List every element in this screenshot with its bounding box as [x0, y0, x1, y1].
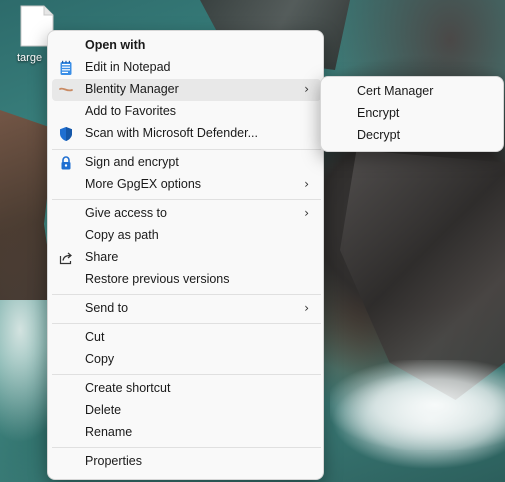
desktop-file-label: targe [17, 52, 43, 64]
menu-separator [52, 199, 321, 200]
menu-item-edit-in-notepad[interactable]: Edit in Notepad [52, 57, 321, 79]
submenu-item-encrypt[interactable]: Encrypt [325, 103, 501, 125]
menu-item-label: Properties [85, 454, 142, 468]
submenu-item-label: Cert Manager [357, 84, 434, 98]
menu-separator [52, 323, 321, 324]
menu-item-send-to[interactable]: Send to › [52, 298, 321, 320]
menu-item-label: Share [85, 250, 119, 264]
chevron-right-icon: › [304, 301, 309, 315]
submenu-item-cert-manager[interactable]: Cert Manager [325, 81, 501, 103]
menu-item-label: Edit in Notepad [85, 60, 171, 74]
lock-icon [61, 156, 71, 170]
menu-item-label: Delete [85, 403, 122, 417]
menu-item-label: Copy as path [85, 228, 159, 242]
menu-item-label: Blentity Manager [85, 82, 179, 96]
blentity-icon [59, 87, 73, 92]
menu-separator [52, 374, 321, 375]
menu-item-label: Send to [85, 301, 129, 315]
menu-item-label: Add to Favorites [85, 104, 177, 118]
menu-item-label: Sign and encrypt [85, 155, 179, 169]
menu-item-label: Create shortcut [85, 381, 171, 395]
menu-item-label: More GpgEX options [85, 177, 202, 191]
submenu-item-decrypt[interactable]: Decrypt [325, 125, 501, 147]
defender-shield-icon [60, 127, 72, 141]
menu-item-share[interactable]: Share [52, 247, 321, 269]
menu-separator [52, 149, 321, 150]
menu-item-give-access-to[interactable]: Give access to › [52, 203, 321, 225]
menu-item-label: Rename [85, 425, 133, 439]
menu-item-scan-with-defender[interactable]: Scan with Microsoft Defender... [52, 123, 321, 145]
menu-item-label: Open with [85, 38, 146, 52]
blentity-submenu: Cert Manager Encrypt Decrypt [320, 76, 504, 152]
menu-item-blentity-manager[interactable]: Blentity Manager › [52, 79, 321, 101]
menu-item-open-with[interactable]: Open with [52, 35, 321, 57]
menu-item-add-to-favorites[interactable]: Add to Favorites [52, 101, 321, 123]
share-icon [59, 252, 72, 265]
menu-item-more-gpgex-options[interactable]: More GpgEX options › [52, 174, 321, 196]
submenu-item-label: Encrypt [357, 106, 400, 120]
chevron-right-icon: › [304, 82, 309, 96]
menu-item-cut[interactable]: Cut [52, 327, 321, 349]
menu-item-delete[interactable]: Delete [52, 400, 321, 422]
chevron-right-icon: › [304, 177, 309, 191]
menu-item-label: Cut [85, 330, 105, 344]
menu-separator [52, 294, 321, 295]
menu-item-label: Copy [85, 352, 115, 366]
context-menu: Open with Edit in Notepad Blentity Manag… [47, 30, 324, 480]
menu-item-copy[interactable]: Copy [52, 349, 321, 371]
menu-item-restore-previous-versions[interactable]: Restore previous versions [52, 269, 321, 291]
menu-item-properties[interactable]: Properties [52, 451, 321, 473]
chevron-right-icon: › [304, 206, 309, 220]
menu-item-label: Give access to [85, 206, 167, 220]
menu-item-rename[interactable]: Rename [52, 422, 321, 444]
menu-item-label: Restore previous versions [85, 272, 230, 286]
menu-item-create-shortcut[interactable]: Create shortcut [52, 378, 321, 400]
menu-item-label: Scan with Microsoft Defender... [85, 126, 258, 140]
notepad-icon [60, 60, 72, 75]
wallpaper-foam [330, 360, 505, 450]
menu-separator [52, 447, 321, 448]
menu-item-sign-and-encrypt[interactable]: Sign and encrypt [52, 152, 321, 174]
menu-item-copy-as-path[interactable]: Copy as path [52, 225, 321, 247]
submenu-item-label: Decrypt [357, 128, 401, 142]
